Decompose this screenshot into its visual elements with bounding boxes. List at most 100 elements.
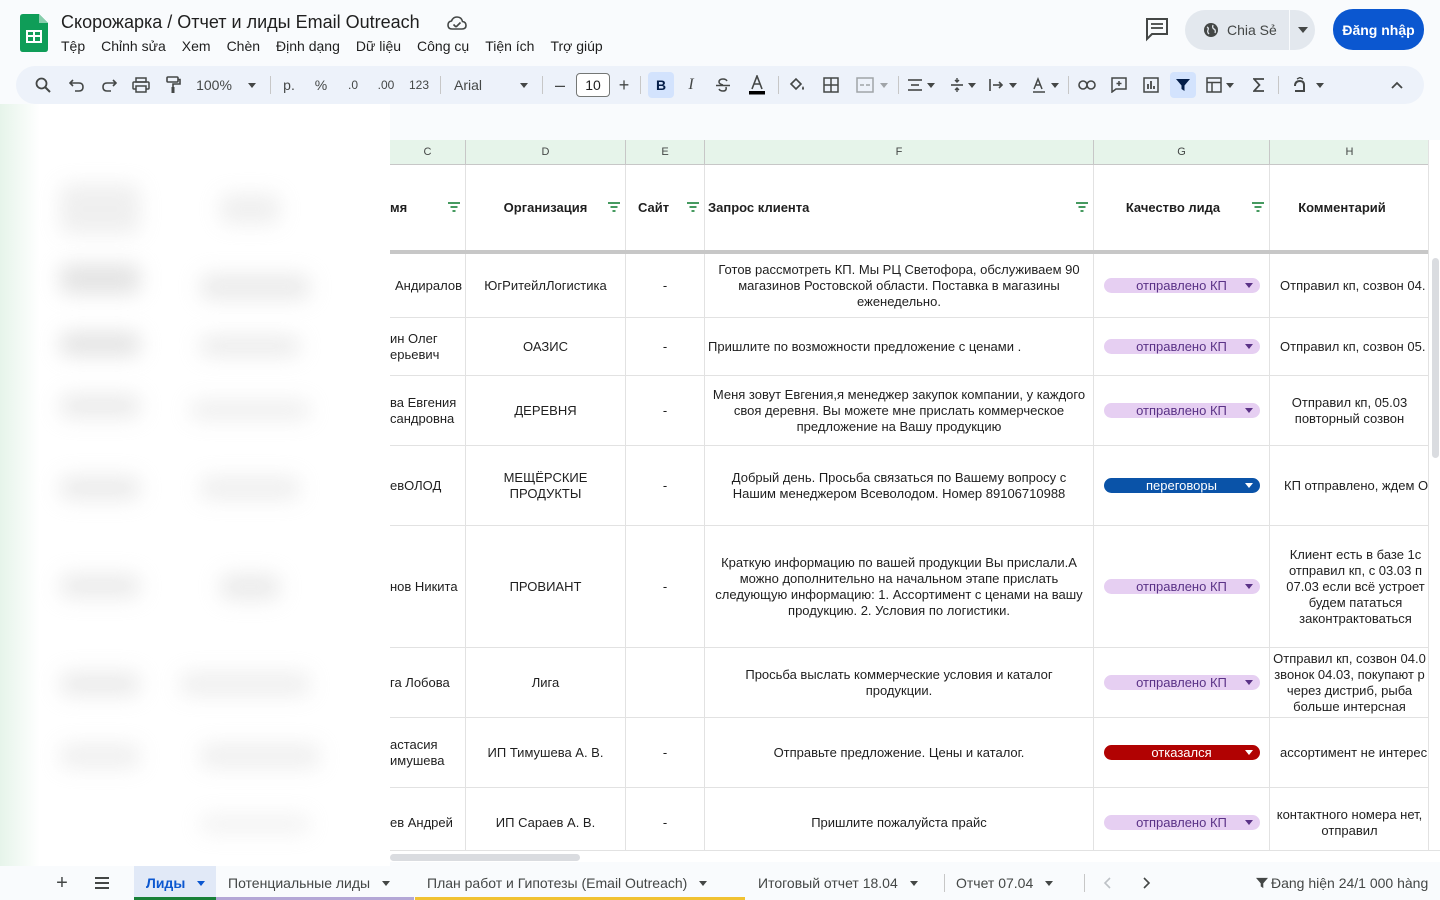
table-cell-site[interactable]: - (626, 788, 705, 852)
table-cell-request[interactable]: Просьба выслать коммерческие условия и к… (705, 648, 1094, 718)
filter-icon[interactable] (447, 201, 461, 213)
document-title[interactable]: Скорожарка / Отчет и лиды Email Outreach (61, 12, 420, 33)
horizontal-scrollbar[interactable] (390, 850, 1440, 862)
table-cell-organization[interactable]: ИП Сараев А. В. (466, 788, 626, 852)
search-menus-button[interactable] (32, 66, 54, 104)
redo-button[interactable] (98, 66, 120, 104)
text-wrapping-button[interactable] (986, 66, 1020, 104)
table-cell-lead-quality[interactable]: отправлено КП (1094, 254, 1270, 318)
status-chip[interactable]: отправлено КП (1103, 815, 1260, 830)
text-color-button[interactable] (744, 66, 770, 104)
share-button[interactable]: Chia Sẻ (1185, 10, 1289, 50)
chevron-down-icon[interactable] (1045, 880, 1054, 886)
menu-format[interactable]: Định dạng (276, 37, 348, 55)
merge-cells-button[interactable] (852, 66, 892, 104)
table-cell-name[interactable]: ва Евгения сандровна (390, 376, 466, 446)
table-cell-comment[interactable]: Отправил кп, созвон 04. (1270, 254, 1430, 318)
undo-button[interactable] (66, 66, 88, 104)
zoom-select[interactable]: 100% (192, 66, 260, 104)
table-cell-organization[interactable]: ИП Тимушева А. В. (466, 718, 626, 788)
table-cell-site[interactable]: - (626, 718, 705, 788)
table-cell-organization[interactable]: ПРОВИАНТ (466, 526, 626, 648)
borders-button[interactable] (820, 66, 842, 104)
header-cell-site[interactable]: Сайт (626, 165, 705, 251)
table-cell-request[interactable]: Краткую информацию по вашей продукции Вы… (705, 526, 1094, 648)
filter-icon[interactable] (1251, 201, 1265, 213)
chevron-down-icon[interactable] (197, 880, 206, 886)
table-cell-request[interactable]: Добрый день. Просьба связаться по Вашему… (705, 446, 1094, 526)
table-cell-request[interactable]: Пришлите по возможности предложение с це… (705, 318, 1094, 376)
column-header-f[interactable]: F (705, 140, 1094, 165)
all-sheets-icon[interactable] (92, 873, 112, 893)
increase-decimals-button[interactable]: .00 (372, 66, 400, 104)
menu-help[interactable]: Trợ giúp (550, 37, 610, 55)
strikethrough-button[interactable] (712, 66, 734, 104)
chevron-down-icon[interactable] (909, 880, 918, 886)
more-formats-button[interactable]: 123 (406, 66, 432, 104)
table-cell-request[interactable]: Меня зовут Евгения,я менеджер закупок ко… (705, 376, 1094, 446)
sign-in-button[interactable]: Đăng nhập (1333, 9, 1424, 50)
status-chip[interactable]: отказался (1103, 745, 1260, 760)
table-cell-organization[interactable]: ОАЗИС (466, 318, 626, 376)
menu-extensions[interactable]: Tiện ích (485, 37, 542, 55)
column-header-h[interactable]: H (1270, 140, 1430, 165)
table-cell-comment[interactable]: Отправил кп, 05.03 повторный созвон (1270, 376, 1430, 446)
font-family-select[interactable]: Arial (448, 66, 534, 104)
chevron-down-icon[interactable] (382, 880, 391, 886)
header-cell-organization[interactable]: Организация (466, 165, 626, 251)
paint-format-button[interactable] (162, 66, 184, 104)
table-cell-name[interactable]: ев Андрей (390, 788, 466, 852)
italic-button[interactable]: I (680, 66, 702, 104)
filter-icon[interactable] (1075, 201, 1089, 213)
menu-tools[interactable]: Công cụ (417, 37, 477, 55)
add-sheet-button[interactable]: + (52, 872, 72, 894)
table-cell-site[interactable]: - (626, 446, 705, 526)
column-header-g[interactable]: G (1094, 140, 1270, 165)
table-cell-comment[interactable]: Отправил кп, созвон 04.0 звонок 04.03, п… (1270, 648, 1430, 718)
tab-potential-leads[interactable]: Потенциальные лиды (216, 866, 414, 900)
scroll-tabs-right-button[interactable] (1138, 874, 1156, 892)
menu-insert[interactable]: Chèn (227, 37, 268, 55)
table-cell-name[interactable]: га Лобова (390, 648, 466, 718)
scroll-tabs-left-button[interactable] (1098, 874, 1116, 892)
print-button[interactable] (130, 66, 152, 104)
table-cell-request[interactable]: Готов рассмотреть КП. Мы РЦ Светофора, о… (705, 254, 1094, 318)
bold-button[interactable]: B (648, 72, 674, 98)
vertical-scrollbar-thumb[interactable] (1432, 258, 1439, 458)
header-cell-request[interactable]: Запрос клиента (705, 165, 1094, 251)
menu-view[interactable]: Xem (182, 37, 219, 55)
table-cell-name[interactable]: евОЛОД (390, 446, 466, 526)
status-chip[interactable]: переговоры (1103, 478, 1260, 493)
horizontal-align-button[interactable] (904, 66, 938, 104)
column-header-c[interactable]: C (390, 140, 466, 165)
table-cell-lead-quality[interactable]: отправлено КП (1094, 526, 1270, 648)
tab-work-plan[interactable]: План работ и Гипотезы (Email Outreach) (415, 866, 745, 900)
table-cell-organization[interactable]: МЕЩЁРСКИЕ ПРОДУКТЫ (466, 446, 626, 526)
status-chip[interactable]: отправлено КП (1103, 278, 1260, 293)
table-cell-comment[interactable]: ассортимент не интерес (1270, 718, 1430, 788)
functions-button[interactable] (1248, 66, 1270, 104)
status-chip[interactable]: отправлено КП (1103, 403, 1260, 418)
percent-format-button[interactable]: % (310, 66, 332, 104)
tab-final-report[interactable]: Итоговый отчет 18.04 (746, 866, 944, 900)
table-cell-site[interactable]: - (626, 318, 705, 376)
filter-icon[interactable] (607, 201, 621, 213)
table-cell-request[interactable]: Пришлите пожалуйста прайс (705, 788, 1094, 852)
table-cell-site[interactable] (626, 648, 705, 718)
hide-menus-button[interactable] (1386, 66, 1408, 104)
table-cell-comment[interactable]: КП отправлено, ждем О (1270, 446, 1430, 526)
table-cell-name[interactable]: нов Никита (390, 526, 466, 648)
insert-link-button[interactable] (1076, 66, 1098, 104)
fill-color-button[interactable] (786, 66, 808, 104)
table-cell-comment[interactable]: контактного номера нет, отправил (1270, 788, 1430, 852)
table-cell-lead-quality[interactable]: отказался (1094, 718, 1270, 788)
table-cell-lead-quality[interactable]: отправлено КП (1094, 788, 1270, 852)
header-cell-comment[interactable]: Комментарий (1270, 165, 1430, 251)
table-cell-lead-quality[interactable]: отправлено КП (1094, 318, 1270, 376)
table-cell-site[interactable]: - (626, 376, 705, 446)
insert-comment-button[interactable] (1108, 66, 1130, 104)
table-cell-site[interactable]: - (626, 526, 705, 648)
insert-chart-button[interactable] (1140, 66, 1162, 104)
menu-file[interactable]: Tệp (61, 37, 93, 55)
horizontal-scrollbar-thumb[interactable] (390, 854, 580, 861)
